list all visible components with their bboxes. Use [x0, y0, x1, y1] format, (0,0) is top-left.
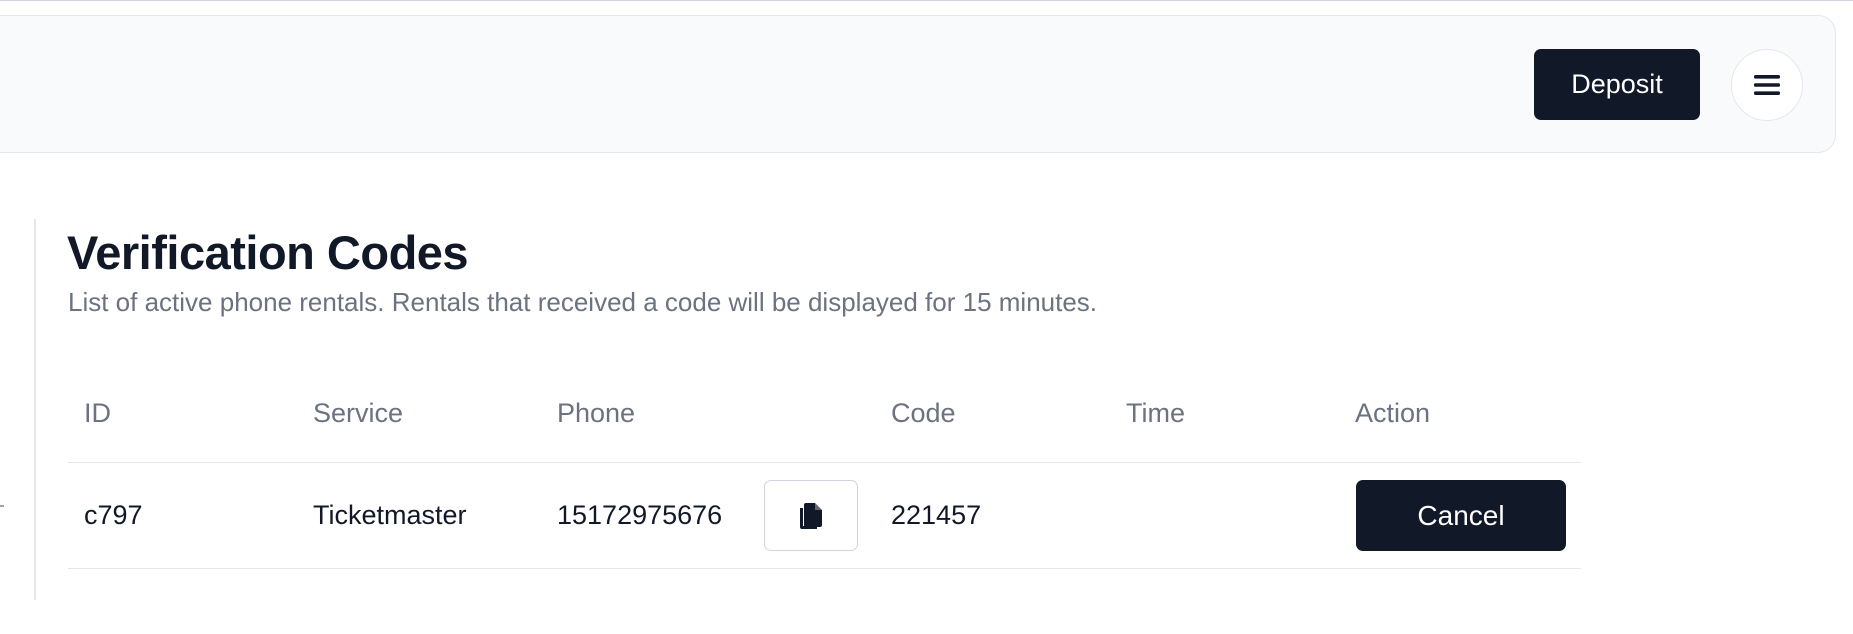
column-header-service: Service: [313, 398, 404, 428]
content-left-border: [34, 219, 36, 600]
top-divider: [0, 0, 1853, 1]
page-subtitle: List of active phone rentals. Rentals th…: [68, 287, 1098, 317]
table-header-divider: [68, 462, 1581, 463]
menu-button[interactable]: [1731, 49, 1803, 121]
column-header-time: Time: [1126, 398, 1185, 428]
left-edge-mark: [0, 505, 4, 507]
table-row-divider: [68, 568, 1581, 569]
cancel-button[interactable]: Cancel: [1356, 480, 1566, 551]
copy-icon: [800, 502, 822, 529]
page-title: Verification Codes: [67, 226, 469, 279]
row-phone: 15172975676: [557, 500, 723, 530]
column-header-code: Code: [891, 398, 956, 428]
copy-phone-button[interactable]: [764, 480, 858, 551]
column-header-phone: Phone: [557, 398, 636, 428]
column-header-id: ID: [84, 398, 111, 428]
row-service: Ticketmaster: [313, 500, 467, 530]
column-header-action: Action: [1355, 398, 1431, 428]
row-code: 221457: [891, 500, 982, 530]
deposit-button[interactable]: Deposit: [1534, 49, 1700, 120]
row-id: c797: [84, 500, 143, 530]
hamburger-menu-icon: [1754, 75, 1780, 95]
